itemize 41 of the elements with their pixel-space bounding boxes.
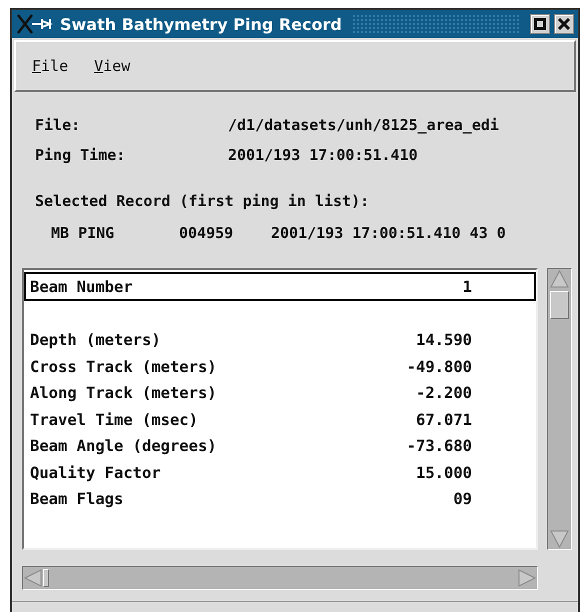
row-value: -2.200 <box>415 384 472 402</box>
row-value: 14.590 <box>415 331 472 350</box>
row-label: Travel Time (msec) <box>30 410 199 429</box>
scroll-thumb[interactable] <box>43 569 49 587</box>
close-button[interactable] <box>554 14 574 34</box>
vertical-scrollbar[interactable] <box>547 268 572 550</box>
row-value: -49.800 <box>406 358 472 376</box>
record-field: 004959 <box>179 224 271 242</box>
field-label: Ping Time: <box>35 146 126 164</box>
record-field: MB PING <box>51 224 179 242</box>
row-value: 67.071 <box>415 410 472 429</box>
menu-item[interactable]: File <box>32 57 68 75</box>
field-value: /d1/datasets/unh/8125_area_edi <box>228 116 500 134</box>
row-label: Depth (meters) <box>30 331 162 350</box>
row-value: 15.000 <box>415 464 472 482</box>
row-value: 1 <box>462 278 472 296</box>
list-row[interactable]: Beam Number 1 <box>24 272 536 301</box>
scroll-thumb[interactable] <box>550 291 569 319</box>
maximize-button[interactable] <box>530 14 550 34</box>
list-row[interactable]: Depth (meters) 14.590 <box>24 327 536 354</box>
row-label: Cross Track (meters) <box>30 358 218 376</box>
row-label: Quality Factor <box>30 464 162 482</box>
list-row[interactable]: Travel Time (msec) 67.071 <box>24 406 536 433</box>
row-label: Beam Flags <box>30 490 124 508</box>
field-label: File: <box>35 116 82 134</box>
field-value: 2001/193 17:00:51.410 <box>228 146 419 164</box>
record-field: 2001/193 17:00:51.410 43 0 <box>271 224 506 242</box>
list-row[interactable]: Cross Track (meters) -49.800 <box>24 354 536 380</box>
row-value: -73.680 <box>406 437 472 456</box>
row-label: Along Track (meters) <box>30 384 218 402</box>
menu-item[interactable]: View <box>94 57 130 75</box>
list-row[interactable]: Beam Flags 09 <box>24 486 536 512</box>
horizontal-scrollbar[interactable] <box>22 566 538 590</box>
list-row[interactable]: Quality Factor 15.000 <box>24 460 536 486</box>
row-label: Beam Number <box>30 278 134 296</box>
window-title: Swath Bathymetry Ping Record <box>60 14 342 34</box>
list-row[interactable]: Along Track (meters) -2.200 <box>24 380 536 406</box>
selected-record-label: Selected Record (first ping in list): <box>35 192 370 210</box>
row-label: Beam Angle (degrees) <box>30 437 218 456</box>
list-row[interactable]: Beam Angle (degrees) -73.680 <box>24 433 536 460</box>
row-value: 09 <box>452 490 472 508</box>
